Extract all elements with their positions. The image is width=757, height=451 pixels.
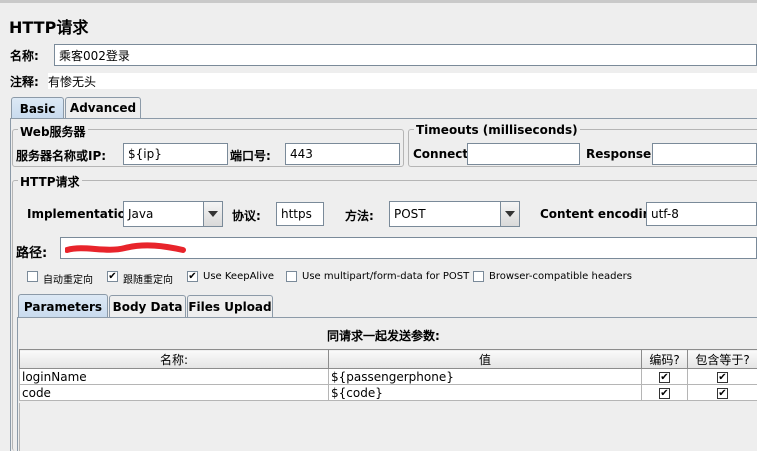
table-row[interactable]: code ${code} ✔ ✔ xyxy=(19,384,757,401)
table-empty-area xyxy=(19,403,757,451)
chevron-down-icon[interactable] xyxy=(500,202,519,226)
tab-body-data[interactable]: Body Data xyxy=(109,295,186,317)
method-select[interactable]: POST xyxy=(389,201,520,227)
method-value: POST xyxy=(394,207,426,221)
redirect-auto-checkbox[interactable] xyxy=(27,271,38,282)
implementation-value: Java xyxy=(128,207,154,221)
col-header-include-equals[interactable]: 包含等于? xyxy=(687,349,757,369)
encode-checkbox[interactable]: ✔ xyxy=(659,387,670,399)
response-label: Response: xyxy=(586,147,656,161)
params-caption: 同请求一起发送参数: xyxy=(327,329,440,343)
chevron-down-icon[interactable] xyxy=(203,202,222,226)
redaction-scribble xyxy=(65,242,186,253)
port-input[interactable]: 443 xyxy=(285,143,400,165)
path-input[interactable] xyxy=(60,237,757,259)
response-input[interactable] xyxy=(652,143,757,165)
port-label: 端口号: xyxy=(230,149,271,163)
tab-parameters[interactable]: Parameters xyxy=(18,294,108,318)
param-value-cell[interactable]: ${passengerphone} xyxy=(328,368,642,385)
tab-basic[interactable]: Basic xyxy=(11,97,64,119)
window-top-border xyxy=(0,0,757,3)
protocol-label: 协议: xyxy=(232,209,261,223)
keepalive-label: Use KeepAlive xyxy=(203,271,275,282)
include-equals-cell[interactable]: ✔ xyxy=(687,384,757,401)
web-server-title: Web服务器 xyxy=(18,123,88,140)
include-equals-checkbox[interactable]: ✔ xyxy=(717,371,728,383)
multipart-label: Use multipart/form-data for POST xyxy=(302,271,470,282)
table-row[interactable]: loginName ${passengerphone} ✔ ✔ xyxy=(19,368,757,385)
redirect-auto-label: 自动重定向 xyxy=(43,275,93,286)
encoding-input[interactable]: utf-8 xyxy=(646,202,757,226)
method-label: 方法: xyxy=(345,209,374,223)
encode-cell[interactable]: ✔ xyxy=(641,384,688,401)
follow-redirects-checkbox[interactable]: ✔ xyxy=(107,271,118,282)
connect-input[interactable] xyxy=(467,143,580,165)
connect-label: Connect: xyxy=(413,147,473,161)
encode-cell[interactable]: ✔ xyxy=(641,368,688,385)
follow-redirects-label: 跟随重定向 xyxy=(123,275,173,286)
comment-field[interactable]: 有惨无头 xyxy=(48,73,757,89)
page-title: HTTP请求 xyxy=(9,18,89,37)
encode-checkbox[interactable]: ✔ xyxy=(659,371,670,383)
keepalive-checkbox[interactable]: ✔ xyxy=(187,271,198,282)
param-value-cell[interactable]: ${code} xyxy=(328,384,642,401)
path-label: 路径: xyxy=(16,246,48,261)
implementation-select[interactable]: Java xyxy=(123,201,223,227)
protocol-input[interactable]: https xyxy=(276,202,324,226)
tab-files-upload[interactable]: Files Upload xyxy=(187,295,273,317)
comment-label: 注释: xyxy=(10,75,39,89)
tab-advanced[interactable]: Advanced xyxy=(65,97,141,118)
params-table: 名称: 值 编码? 包含等于? loginName ${passengerpho… xyxy=(19,349,757,401)
col-header-value[interactable]: 值 xyxy=(328,349,642,369)
name-field[interactable]: 乘客002登录 xyxy=(54,44,757,66)
browser-headers-checkbox[interactable] xyxy=(473,271,484,282)
keepalive-check-icon: ✔ xyxy=(188,270,197,282)
col-header-encode[interactable]: 编码? xyxy=(641,349,688,369)
include-equals-checkbox[interactable]: ✔ xyxy=(717,387,728,399)
browser-headers-label: Browser-compatible headers xyxy=(489,271,632,282)
server-label: 服务器名称或IP: xyxy=(16,149,107,163)
col-header-name[interactable]: 名称: xyxy=(19,349,329,369)
param-name-cell[interactable]: code xyxy=(19,384,329,401)
multipart-checkbox[interactable] xyxy=(286,271,297,282)
http-request-title: HTTP请求 xyxy=(18,173,82,190)
include-equals-cell[interactable]: ✔ xyxy=(687,368,757,385)
server-input[interactable]: ${ip} xyxy=(123,143,228,165)
name-label: 名称: xyxy=(10,49,39,63)
timeouts-title: Timeouts (milliseconds) xyxy=(414,123,580,137)
param-name-cell[interactable]: loginName xyxy=(19,368,329,385)
follow-redirects-check-icon: ✔ xyxy=(108,270,117,282)
